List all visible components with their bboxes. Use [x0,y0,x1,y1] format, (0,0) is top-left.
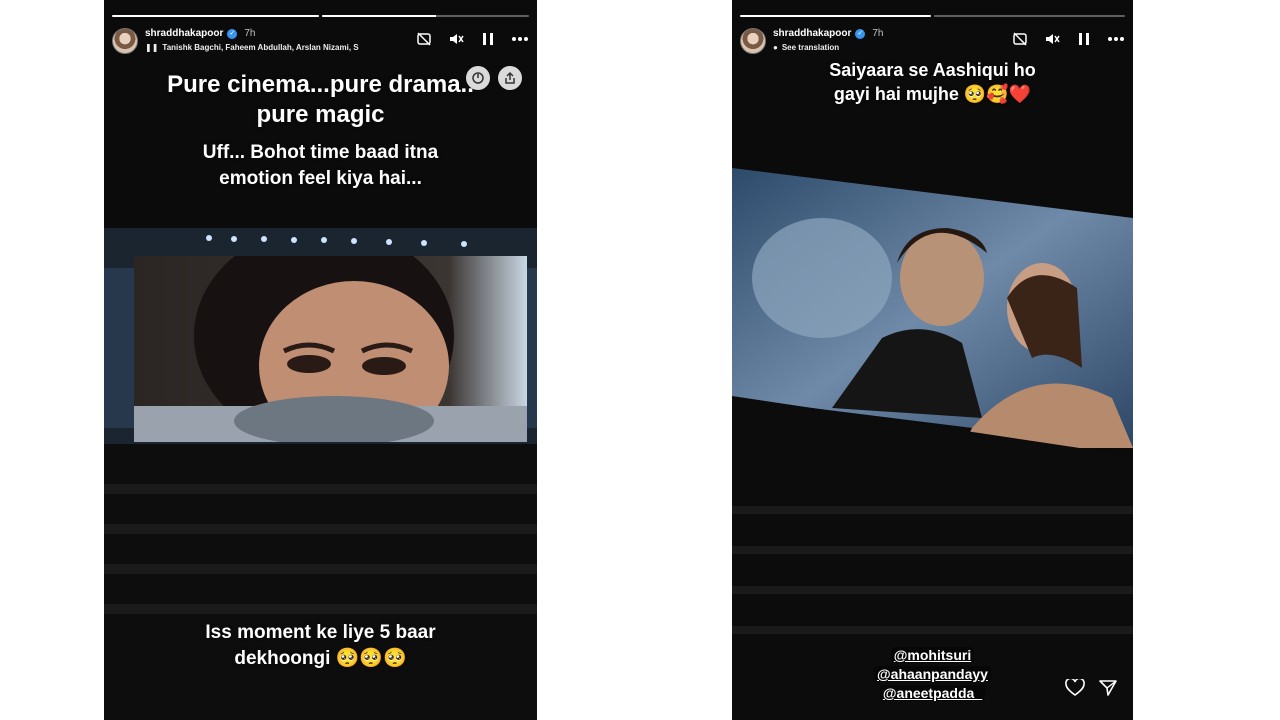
caption-line: Saiyaara se Aashiqui ho [829,60,1036,80]
caption-line: gayi hai mujhe 🥺🥰❤️ [833,84,1032,104]
progress-fill [112,15,319,17]
caption-middle: Uff... Bohot time baad itna emotion feel… [104,140,537,192]
sticker-icon[interactable] [466,66,490,90]
username[interactable]: shraddhakapoor [145,28,223,39]
mention-ahaanpandayy[interactable]: @ahaanpandayy [874,666,991,682]
caption-line: pure magic [256,101,385,128]
story-header: shraddhakapoor ✓ 7h ● See translation [740,26,1125,56]
camera-off-icon[interactable] [1011,30,1029,48]
story-header: shraddhakapoor ✓ 7h ❚❚ Tanishk Bagchi, F… [112,26,529,56]
progress-fill [322,15,436,17]
progress-segment [740,15,931,17]
caption-line: Uff... Bohot time baad itna [202,142,439,163]
cinema-seats [104,444,537,720]
caption-line: emotion feel kiya hai... [219,168,422,189]
theater-seats-icon [104,444,537,720]
more-icon[interactable] [511,30,529,48]
avatar[interactable] [112,28,138,54]
caption-line: dekhoongi 🥺🥺🥺 [234,648,407,669]
mention-aneetpadda[interactable]: @aneetpadda_ [879,685,986,701]
story-viewer-left[interactable]: shraddhakapoor ✓ 7h ❚❚ Tanishk Bagchi, F… [104,0,537,720]
camera-off-icon[interactable] [415,30,433,48]
story-progress-bar [112,15,529,17]
verified-badge-icon: ✓ [227,28,238,39]
pause-icon[interactable] [1075,30,1093,48]
caption-line: Iss moment ke liye 5 baar [205,622,436,643]
story-viewer-right[interactable]: shraddhakapoor ✓ 7h ● See translation Sa… [732,0,1133,720]
send-icon[interactable] [1099,679,1117,702]
dot-icon: ● [773,43,778,52]
post-time: 7h [244,28,256,39]
progress-fill [740,15,931,17]
movie-screen [134,256,527,442]
story-progress-bar [740,15,1125,17]
see-translation-link[interactable]: See translation [782,43,839,52]
progress-segment [112,15,319,17]
mention-mohitsuri[interactable]: @mohitsuri [890,647,975,663]
progress-segment [322,15,529,17]
verified-badge-icon: ✓ [855,28,866,39]
film-still-woman-icon [134,256,527,442]
see-translation-row[interactable]: ● See translation [773,43,839,52]
heart-icon[interactable] [1065,677,1085,702]
username[interactable]: shraddhakapoor [773,28,851,39]
audio-bars-icon: ❚❚ [145,43,159,52]
post-time: 7h [872,28,884,39]
caption-bottom: Iss moment ke liye 5 baar dekhoongi 🥺🥺🥺 [104,620,537,672]
audio-credits-row[interactable]: ❚❚ Tanishk Bagchi, Faheem Abdullah, Arsl… [145,43,359,52]
audio-credits: Tanishk Bagchi, Faheem Abdullah, Arslan … [162,43,359,52]
speaker-muted-icon[interactable] [447,30,465,48]
more-icon[interactable] [1107,30,1125,48]
progress-segment [934,15,1125,17]
pause-icon[interactable] [479,30,497,48]
caption-top: Saiyaara se Aashiqui ho gayi hai mujhe 🥺… [732,58,1133,106]
share-icon[interactable] [498,66,522,90]
speaker-muted-icon[interactable] [1043,30,1061,48]
avatar[interactable] [740,28,766,54]
